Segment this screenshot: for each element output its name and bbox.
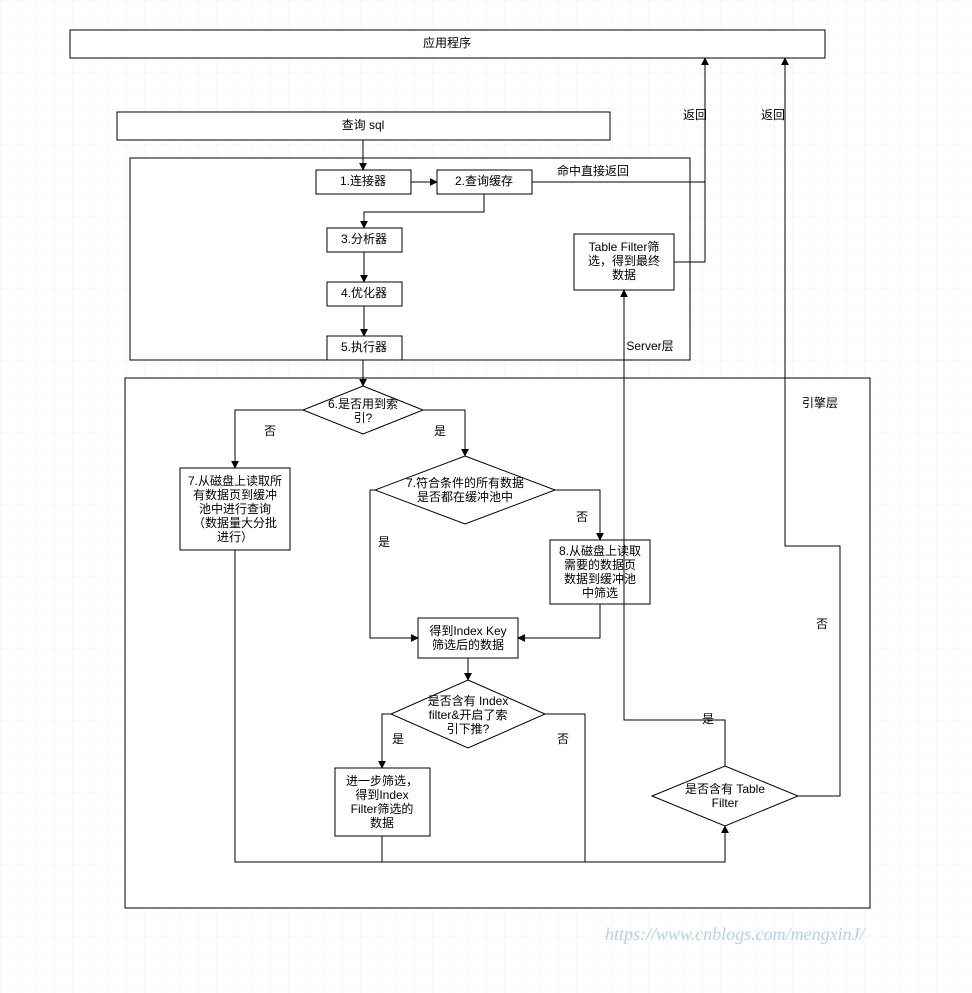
ret-2: 返回 [761,108,785,122]
tf-l3: 数据 [612,267,636,282]
step-5-text: 5.执行器 [341,340,387,354]
step-4-text: 4.优化器 [341,286,387,300]
lbl-if-no: 否 [557,732,569,746]
d7b-l1: 7.符合条件的所有数据 [406,475,524,490]
b7a-l2: 有数据页到缓冲 [193,487,277,502]
step-3-text: 3.分析器 [341,232,387,246]
query-title: 查询 sql [342,118,385,132]
server-label: Server层 [626,339,673,353]
cache-hit-label: 命中直接返回 [557,163,629,178]
bif-l2: 得到Index [355,787,408,802]
b7a-l5: 进行） [217,530,253,544]
b8-l3: 数据到缓冲池 [564,571,636,586]
d6-l2: 引? [354,411,373,425]
b7a-l4: （数据量大分批 [193,515,277,530]
lbl-7b-yes: 是 [378,535,390,549]
b8-l2: 需要的数据页 [564,557,636,572]
tf-l1: Table Filter筛 [589,239,660,254]
bif-l3: Filter筛选的 [351,801,414,816]
watermark: https://www.cnblogs.com/mengxinJ/ [605,924,867,944]
lbl-7b-no: 否 [576,510,588,524]
ret-1: 返回 [683,108,707,122]
lbl-if-yes: 是 [392,732,404,746]
b7a-l1: 7.从磁盘上读取所 [188,473,282,488]
bik-l1: 得到Index Key [429,623,506,638]
engine-label: 引擎层 [802,395,838,410]
b7a-l3: 池中进行查询 [199,501,271,516]
lbl-6-yes: 是 [434,424,446,438]
dif-l1: 是否含有 Index [428,693,509,708]
dif-l2: filter&开启了索 [429,708,508,722]
dif-l3: 引下推? [447,722,490,736]
lbl-tf-yes: 是 [702,712,714,726]
b8-l4: 中筛选 [582,585,618,600]
d6-l1: 6.是否用到索 [328,397,398,411]
bif-l1: 进一步筛选， [346,773,418,788]
lbl-tf-no: 否 [816,617,828,631]
lbl-6-no: 否 [264,424,276,438]
app-title: 应用程序 [423,35,471,50]
step-2-text: 2.查询缓存 [455,174,513,188]
b8-l1: 8.从磁盘上读取 [559,543,641,558]
bif-l4: 数据 [370,815,394,830]
step-1-text: 1.连接器 [340,173,386,188]
dtf-l1: 是否含有 Table [685,781,765,796]
dtf-l2: Filter [712,796,739,810]
tf-l2: 选，得到最终 [588,253,660,268]
flowchart: 应用程序 查询 sql Server层 1.连接器 2.查询缓存 命中直接返回 … [0,0,972,993]
bik-l2: 筛选后的数据 [432,637,504,652]
d7b-l2: 是否都在缓冲池中 [417,489,513,504]
